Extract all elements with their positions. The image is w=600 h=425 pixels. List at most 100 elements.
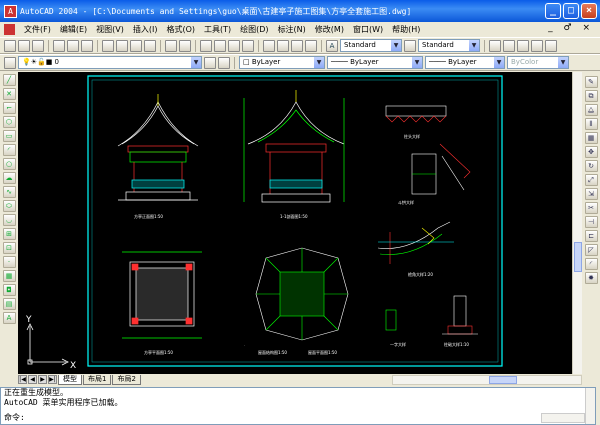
- make-current-icon[interactable]: [204, 56, 216, 69]
- command-window[interactable]: 正在重生成模型。 AutoCAD 菜单实用程序已加载。 命令:: [0, 387, 596, 425]
- spline-icon[interactable]: ∿: [2, 186, 16, 198]
- tab-layout2[interactable]: 布局2: [112, 374, 141, 385]
- revision-cloud-icon[interactable]: ☁: [2, 172, 16, 184]
- menu-dimension[interactable]: 标注(N): [278, 24, 306, 35]
- lineweight-dropdown[interactable]: ──── ByLayer ▼: [425, 56, 505, 69]
- redo-icon[interactable]: [179, 39, 191, 52]
- linetype-dropdown[interactable]: ──── ByLayer ▼: [327, 56, 423, 69]
- paste-icon[interactable]: [130, 39, 142, 52]
- properties-icon[interactable]: [263, 39, 275, 52]
- zoom-previous-icon[interactable]: [242, 39, 254, 52]
- menu-modify[interactable]: 修改(M): [315, 24, 344, 35]
- break-icon[interactable]: ⊏: [584, 230, 598, 242]
- region-icon[interactable]: ◘: [2, 284, 16, 296]
- maximize-button[interactable]: □: [563, 3, 579, 19]
- chamfer-icon[interactable]: ◸: [584, 244, 598, 256]
- open-icon[interactable]: [18, 39, 30, 52]
- erase-icon[interactable]: ✎: [584, 76, 598, 88]
- array-icon[interactable]: ▦: [584, 132, 598, 144]
- horizontal-scroll-thumb[interactable]: [489, 375, 517, 384]
- menu-insert[interactable]: 插入(I): [133, 24, 158, 35]
- explode-icon[interactable]: ✸: [584, 272, 598, 284]
- save-icon[interactable]: [32, 39, 44, 52]
- command-prompt[interactable]: 命令:: [4, 413, 25, 423]
- move-icon[interactable]: ✥: [584, 146, 598, 158]
- copy-icon[interactable]: [116, 39, 128, 52]
- dim-style-icon[interactable]: [404, 39, 416, 52]
- rotate-icon[interactable]: ↻: [584, 160, 598, 172]
- fillet-icon[interactable]: ◜: [584, 258, 598, 270]
- circle-icon[interactable]: ○: [2, 158, 16, 170]
- trim-icon[interactable]: ✂: [584, 202, 598, 214]
- help-icon[interactable]: [305, 39, 317, 52]
- close-button[interactable]: ×: [581, 3, 597, 19]
- title-bar[interactable]: A AutoCAD 2004 - [C:\Documents and Setti…: [0, 0, 600, 22]
- next-tab-button[interactable]: ▶: [38, 375, 47, 384]
- new-icon[interactable]: [4, 39, 16, 52]
- mtext-icon[interactable]: A: [2, 312, 16, 324]
- block-icon[interactable]: [531, 39, 543, 52]
- undo-icon[interactable]: [165, 39, 177, 52]
- last-tab-button[interactable]: ▶|: [48, 375, 57, 384]
- line-icon[interactable]: ╱: [2, 74, 16, 86]
- menu-window[interactable]: 窗口(W): [353, 24, 383, 35]
- polygon-icon[interactable]: ⬡: [2, 116, 16, 128]
- design-center-icon[interactable]: [277, 39, 289, 52]
- vertical-scrollbar[interactable]: [572, 72, 582, 374]
- layer-state-icon[interactable]: [503, 39, 515, 52]
- publish-icon[interactable]: [81, 39, 93, 52]
- mirror-icon[interactable]: ⧋: [584, 104, 598, 116]
- arc-icon[interactable]: ◜: [2, 144, 16, 156]
- menu-edit[interactable]: 编辑(E): [60, 24, 87, 35]
- minimize-button[interactable]: _: [545, 3, 561, 19]
- xref-icon[interactable]: [545, 39, 557, 52]
- menu-help[interactable]: 帮助(H): [392, 24, 420, 35]
- insert-block-icon[interactable]: ⊞: [2, 228, 16, 240]
- text-style-dropdown[interactable]: Standard ▼: [340, 39, 402, 52]
- layer-dropdown[interactable]: 💡☀🔓■ 0 ▼: [18, 56, 202, 69]
- zoom-window-icon[interactable]: [228, 39, 240, 52]
- layer-tool-icon[interactable]: [489, 39, 501, 52]
- rectangle-icon[interactable]: ▭: [2, 130, 16, 142]
- print-icon[interactable]: [53, 39, 65, 52]
- hatch-icon[interactable]: ▦: [2, 270, 16, 282]
- polyline-icon[interactable]: ⌐: [2, 102, 16, 114]
- ellipse-icon[interactable]: ⬭: [2, 200, 16, 212]
- stretch-icon[interactable]: ⇲: [584, 188, 598, 200]
- color-dropdown[interactable]: □ ByLayer ▼: [239, 56, 325, 69]
- layer-previous-icon[interactable]: [517, 39, 529, 52]
- horizontal-scrollbar[interactable]: [392, 374, 582, 385]
- scale-icon[interactable]: ⤢: [584, 174, 598, 186]
- pan-icon[interactable]: [200, 39, 212, 52]
- construction-line-icon[interactable]: ✕: [2, 88, 16, 100]
- text-style-icon[interactable]: A: [326, 39, 338, 52]
- prev-tab-button[interactable]: ◀: [28, 375, 37, 384]
- document-icon[interactable]: [4, 24, 15, 35]
- preview-icon[interactable]: [67, 39, 79, 52]
- offset-icon[interactable]: ⫴: [584, 118, 598, 130]
- copy-object-icon[interactable]: ⧉: [584, 90, 598, 102]
- menu-draw[interactable]: 绘图(D): [240, 24, 268, 35]
- tool-palettes-icon[interactable]: [291, 39, 303, 52]
- command-horizontal-scrollbar[interactable]: [541, 413, 585, 423]
- ellipse-arc-icon[interactable]: ◡: [2, 214, 16, 226]
- match-properties-icon[interactable]: [144, 39, 156, 52]
- menu-view[interactable]: 视图(V): [96, 24, 124, 35]
- make-block-icon[interactable]: ⊡: [2, 242, 16, 254]
- zoom-realtime-icon[interactable]: [214, 39, 226, 52]
- tab-layout1[interactable]: 布局1: [83, 374, 112, 385]
- plotstyle-dropdown[interactable]: ByColor ▼: [507, 56, 569, 69]
- menu-format[interactable]: 格式(O): [166, 24, 195, 35]
- first-tab-button[interactable]: |◀: [18, 375, 27, 384]
- drawing-area[interactable]: 方亭正面图1:50 1-1剖面图1:50 方亭平面图1:50 屋面结构图1:50…: [18, 72, 572, 374]
- vertical-scroll-thumb[interactable]: [574, 242, 582, 272]
- dim-style-dropdown[interactable]: Standard ▼: [418, 39, 480, 52]
- point-icon[interactable]: ·: [2, 256, 16, 268]
- extend-icon[interactable]: ⊣: [584, 216, 598, 228]
- layer-previous-icon[interactable]: [218, 56, 230, 69]
- mdi-controls[interactable]: _ ♂ ×: [548, 23, 594, 33]
- tab-model[interactable]: 模型: [58, 374, 82, 385]
- table-icon[interactable]: ▤: [2, 298, 16, 310]
- layer-manager-icon[interactable]: [4, 56, 16, 69]
- menu-file[interactable]: 文件(F): [24, 24, 51, 35]
